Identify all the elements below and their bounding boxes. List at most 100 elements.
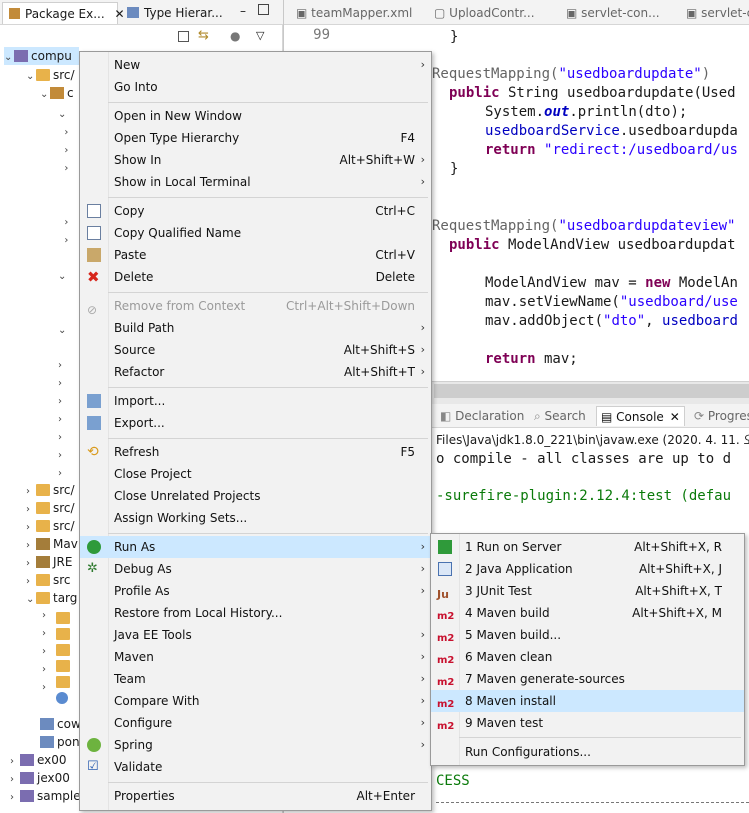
menu-item-show-in-local-terminal[interactable]: Show in Local Terminal › xyxy=(80,171,431,193)
submenu-item-run-configurations[interactable]: Run Configurations... xyxy=(431,741,744,763)
console-line: -surefire-plugin:2.12.4:test (defau xyxy=(436,488,732,504)
submenu-item-run-on-server[interactable]: 1 Run on Server Alt+Shift+X, R xyxy=(431,536,744,558)
tab-search[interactable]: ⌕ Search xyxy=(534,406,586,426)
submenu-arrow-icon: › xyxy=(420,343,425,356)
menu-item-debug-as[interactable]: ✲ Debug As › xyxy=(80,558,431,580)
menu-item-delete[interactable]: ✖ Delete Delete xyxy=(80,266,431,288)
chevron-down-icon[interactable]: ⌄ xyxy=(40,86,50,104)
submenu-item-maven-build-dialog[interactable]: m2 5 Maven build... xyxy=(431,624,744,646)
tree-item-label: src/ xyxy=(53,501,75,515)
menu-item-show-in[interactable]: Show In Alt+Shift+W › xyxy=(80,149,431,171)
submenu-item-maven-clean[interactable]: m2 6 Maven clean xyxy=(431,646,744,668)
menu-item-new[interactable]: New › xyxy=(80,54,431,76)
submenu-item-java-application[interactable]: 2 Java Application Alt+Shift+X, J xyxy=(431,558,744,580)
submenu-item-maven-generate-sources[interactable]: m2 7 Maven generate-sources xyxy=(431,668,744,690)
menu-item-compare-with[interactable]: Compare With › xyxy=(80,690,431,712)
search-icon: ⌕ xyxy=(534,409,545,423)
maven-icon: m2 xyxy=(437,721,455,732)
tree-item-label: cow xyxy=(57,717,81,731)
menu-item-go-into[interactable]: Go Into xyxy=(80,76,431,98)
menu-item-assign-working-sets[interactable]: Assign Working Sets... xyxy=(80,507,431,529)
tree-item-project[interactable]: ⌄ compu xyxy=(4,47,79,65)
menu-item-open-type-hierarchy[interactable]: Open Type Hierarchy F4 xyxy=(80,127,431,149)
menu-item-java-ee-tools[interactable]: Java EE Tools › xyxy=(80,624,431,646)
tree-item[interactable]: › src xyxy=(26,571,71,589)
menu-item-restore-from-local-history[interactable]: Restore from Local History... xyxy=(80,602,431,624)
tree-item[interactable]: › JRE xyxy=(26,553,72,571)
submenu-item-maven-build[interactable]: m2 4 Maven build Alt+Shift+X, M xyxy=(431,602,744,624)
scrollbar-thumb[interactable] xyxy=(434,384,749,398)
chevron-right-icon[interactable]: › xyxy=(10,789,20,807)
menu-item-team[interactable]: Team › xyxy=(80,668,431,690)
menu-item-export[interactable]: Export... xyxy=(80,412,431,434)
package-icon xyxy=(50,87,64,99)
menu-item-import[interactable]: Import... xyxy=(80,390,431,412)
code-line: ModelAndView mav = new ModelAn xyxy=(485,275,738,291)
tab-declaration[interactable]: ◧ Declaration xyxy=(440,406,524,426)
copy-icon xyxy=(87,204,101,218)
chevron-down-icon[interactable]: ⌄ xyxy=(26,591,36,609)
tab-console[interactable]: ▤ Console ✕ xyxy=(596,406,685,426)
menu-item-configure[interactable]: Configure › xyxy=(80,712,431,734)
tree-item[interactable]: pon xyxy=(40,733,80,751)
tree-item[interactable]: ⌄ src/ xyxy=(26,66,75,84)
close-icon[interactable]: ✕ xyxy=(670,410,680,424)
submenu-item-maven-test[interactable]: m2 9 Maven test xyxy=(431,712,744,734)
tree-item[interactable]: ⌄ targ xyxy=(26,589,77,607)
editor-tab[interactable]: ▢ UploadContr... xyxy=(434,3,535,23)
view-menu-icon[interactable]: ▽ xyxy=(256,29,264,42)
menu-item-copy[interactable]: Copy Ctrl+C xyxy=(80,200,431,222)
submenu-arrow-icon: › xyxy=(420,58,425,71)
link-with-editor-icon[interactable]: ⇆ xyxy=(198,28,209,43)
menu-item-source[interactable]: Source Alt+Shift+S › xyxy=(80,339,431,361)
menu-item-close-project[interactable]: Close Project xyxy=(80,463,431,485)
package-explorer-icon xyxy=(9,8,20,19)
console-line: CESS xyxy=(436,773,470,789)
code-line: } xyxy=(450,161,459,177)
menu-item-copy-qualified-name[interactable]: Copy Qualified Name xyxy=(80,222,431,244)
tree-item-project[interactable]: › jex00 xyxy=(10,769,70,787)
tab-package-explorer[interactable]: Package Ex... ✕ xyxy=(2,2,125,24)
editor-tab[interactable]: ▣ teamMapper.xml xyxy=(296,3,412,23)
collapse-all-icon[interactable] xyxy=(178,31,189,42)
tree-item[interactable]: cow xyxy=(40,715,81,733)
submenu-arrow-icon: › xyxy=(420,321,425,334)
editor-tab[interactable]: ▣ servlet-con... xyxy=(566,3,660,23)
folder-icon xyxy=(36,592,50,604)
editor-tab[interactable]: ▣ servlet-cont xyxy=(686,3,749,23)
submenu-item-maven-install[interactable]: m2 8 Maven install xyxy=(431,690,744,712)
menu-item-open-in-new-window[interactable]: Open in New Window xyxy=(80,105,431,127)
tree-branch-lines: ⌄ › › › › › ⌄ ⌄ xyxy=(58,109,69,336)
tree-item[interactable]: › src/ xyxy=(26,517,75,535)
minimize-icon[interactable]: – xyxy=(240,4,246,18)
menu-item-refresh[interactable]: ⟲ Refresh F5 xyxy=(80,441,431,463)
checkbox-checked-icon: ☑ xyxy=(87,759,99,774)
tree-item[interactable]: ⌄ c xyxy=(40,84,74,102)
menu-item-paste[interactable]: Paste Ctrl+V xyxy=(80,244,431,266)
tree-item[interactable]: › src/ xyxy=(26,481,75,499)
menu-item-profile-as[interactable]: Profile As › xyxy=(80,580,431,602)
tab-type-hierarchy[interactable]: Type Hierar... xyxy=(122,2,240,24)
tree-item-project[interactable]: › ex00 xyxy=(10,751,67,769)
maximize-icon[interactable] xyxy=(258,4,269,15)
menu-item-maven[interactable]: Maven › xyxy=(80,646,431,668)
chevron-down-icon[interactable]: ⌄ xyxy=(4,49,14,67)
menu-item-build-path[interactable]: Build Path › xyxy=(80,317,431,339)
menu-item-run-as[interactable]: Run As › xyxy=(80,536,431,558)
context-menu: New › Go Into Open in New Window Open Typ… xyxy=(79,51,432,811)
menu-item-properties[interactable]: Properties Alt+Enter xyxy=(80,785,431,807)
menu-separator xyxy=(108,782,428,783)
menu-item-refactor[interactable]: Refactor Alt+Shift+T › xyxy=(80,361,431,383)
tree-item[interactable]: › src/ xyxy=(26,499,75,517)
chevron-down-icon[interactable]: ⌄ xyxy=(26,68,36,86)
tree-item[interactable]: › Mav xyxy=(26,535,78,553)
menu-item-validate[interactable]: ☑ Validate xyxy=(80,756,431,778)
submenu-item-junit-test[interactable]: Ju 3 JUnit Test Alt+Shift+X, T xyxy=(431,580,744,602)
code-line: mav.setViewName("usedboard/use xyxy=(485,294,738,310)
tree-item-project[interactable]: › sample xyxy=(10,787,81,805)
menu-item-spring[interactable]: Spring › xyxy=(80,734,431,756)
menu-item-close-unrelated-projects[interactable]: Close Unrelated Projects xyxy=(80,485,431,507)
focus-icon[interactable]: ● xyxy=(230,29,240,43)
tab-progress[interactable]: ⟳ Progres xyxy=(694,406,749,426)
tree-item-label: src/ xyxy=(53,483,75,497)
